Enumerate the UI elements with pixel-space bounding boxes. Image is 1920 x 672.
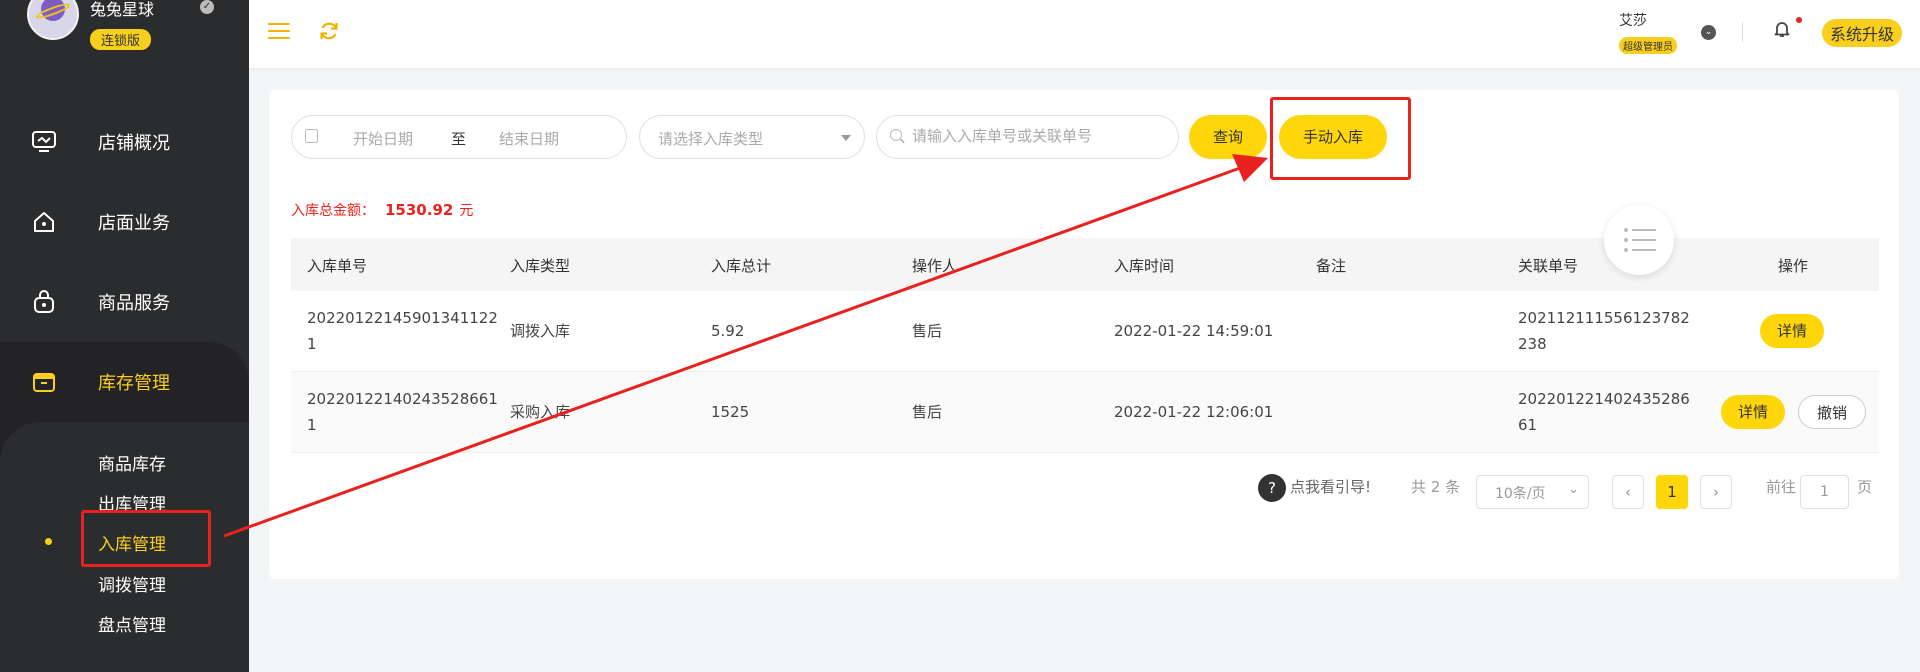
column-header: 入库时间 <box>1114 257 1175 275</box>
inbound-no-cell: 20220122145901341122 1 <box>307 305 498 357</box>
monitor-icon <box>31 129 57 155</box>
detail-button[interactable]: 详情 <box>1721 395 1785 429</box>
calendar-icon <box>305 129 318 143</box>
bag-icon <box>31 289 57 315</box>
annotation-highlight-box <box>81 510 211 567</box>
column-header: 入库类型 <box>510 257 571 275</box>
menu-toggle-icon[interactable] <box>268 23 290 41</box>
inbound-time-cell: 2022-01-22 12:06:01 <box>1114 403 1274 421</box>
search-input[interactable] <box>910 126 1174 146</box>
annotation-highlight-box <box>1270 97 1411 180</box>
list-icon[interactable] <box>1604 205 1674 275</box>
guide-link[interactable]: 点我看引导! <box>1290 476 1371 497</box>
brand-logo <box>27 0 79 40</box>
column-header: 操作 <box>1778 257 1809 275</box>
total-amount: 入库总金额： 1530.92 元 <box>291 200 473 220</box>
related-no-line: 202201221402435286 <box>1518 390 1690 408</box>
next-page-button[interactable]: › <box>1700 475 1732 509</box>
column-header: 关联单号 <box>1518 257 1579 275</box>
notification-dot <box>1796 17 1802 23</box>
submenu-item-stocktake[interactable]: 盘点管理 <box>98 611 166 636</box>
search-icon <box>890 129 902 141</box>
end-date-input[interactable]: 结束日期 <box>499 128 559 149</box>
operator-cell: 售后 <box>912 403 943 421</box>
column-header: 入库单号 <box>307 257 368 275</box>
total-amount-unit: 元 <box>459 203 474 219</box>
active-dot-icon <box>45 538 52 545</box>
column-header: 备注 <box>1316 257 1347 275</box>
prev-page-button[interactable]: ‹ <box>1612 475 1644 509</box>
sidebar-item-label: 库存管理 <box>98 373 170 394</box>
page-size-select[interactable]: 10条/页 ⌄ <box>1476 475 1589 509</box>
check-icon[interactable]: ✓ <box>200 0 214 14</box>
range-separator: 至 <box>451 130 467 148</box>
column-header: 入库总计 <box>711 257 772 275</box>
detail-button[interactable]: 详情 <box>1760 314 1824 348</box>
table-row: 20220122140243528661 1 采购入库 1525 售后 2022… <box>291 372 1879 453</box>
goto-page-input[interactable]: 1 <box>1800 475 1849 509</box>
table-row: 20220122145901341122 1 调拨入库 5.92 售后 2022… <box>291 291 1879 372</box>
submenu-item-transfer[interactable]: 调拨管理 <box>98 571 166 596</box>
sidebar-item-store-business[interactable]: 店面业务 <box>0 182 249 262</box>
operator-cell: 售后 <box>912 322 943 340</box>
box-icon <box>31 369 57 395</box>
sidebar-item-product-service[interactable]: 商品服务 <box>0 262 249 342</box>
inbound-no-line: 20220122145901341122 <box>307 309 498 327</box>
total-count: 共 2 条 <box>1411 478 1461 496</box>
inbound-panel: 开始日期 至 结束日期 请选择入库类型 查询 手动入库 入库总金额：1530.9… <box>269 90 1899 579</box>
inbound-type-cell: 调拨入库 <box>510 322 571 340</box>
user-role-badge: 超级管理员 <box>1619 37 1677 54</box>
chevron-down-icon[interactable]: ⌄ <box>1701 25 1716 40</box>
inbound-type-placeholder: 请选择入库类型 <box>658 130 764 148</box>
inbound-no-cell: 20220122140243528661 1 <box>307 386 498 438</box>
sidebar-item-label: 商品服务 <box>98 293 170 314</box>
inbound-no-line: 1 <box>307 335 317 353</box>
related-no-cell: 202201221402435286 61 <box>1518 386 1690 438</box>
lightbulb-icon[interactable]: ? <box>1258 474 1286 502</box>
user-name: 艾莎 <box>1619 13 1647 29</box>
related-no-line: 238 <box>1518 335 1547 353</box>
query-button[interactable]: 查询 <box>1189 115 1267 159</box>
inbound-type-select[interactable]: 请选择入库类型 <box>639 115 865 159</box>
bell-icon[interactable] <box>1774 20 1790 43</box>
goto-prefix: 前往 <box>1766 478 1797 496</box>
date-range-picker[interactable]: 开始日期 至 结束日期 <box>291 115 627 159</box>
sidebar-item-label: 店面业务 <box>98 213 170 234</box>
submenu-item-product-stock[interactable]: 商品库存 <box>98 450 166 475</box>
total-amount-value: 1530.92 <box>385 201 454 219</box>
edition-badge: 连锁版 <box>90 29 152 50</box>
revoke-button[interactable]: 撤销 <box>1798 395 1866 429</box>
related-no-line: 61 <box>1518 416 1538 434</box>
related-no-line: 202112111556123782 <box>1518 309 1690 327</box>
system-upgrade-button[interactable]: 系统升级 <box>1822 19 1903 47</box>
chevron-down-icon: ⌄ <box>1568 482 1579 497</box>
sidebar: 兔兔星球 连锁版 ✓ 店铺概况 店面业务 商品服务 库存管理 商品库存 出库管理… <box>0 0 249 672</box>
inbound-total-cell: 1525 <box>711 403 750 421</box>
sidebar-item-inventory[interactable]: 库存管理 <box>0 342 249 422</box>
start-date-input[interactable]: 开始日期 <box>353 128 413 149</box>
sidebar-item-store-overview[interactable]: 店铺概况 <box>0 102 249 182</box>
sidebar-item-label: 店铺概况 <box>98 133 170 154</box>
goto-suffix: 页 <box>1857 478 1873 496</box>
column-header: 操作人 <box>912 257 958 275</box>
brand-name: 兔兔星球 <box>90 0 155 19</box>
total-amount-label: 入库总金额： <box>291 203 375 219</box>
inbound-no-line: 20220122140243528661 <box>307 390 498 408</box>
page-size-value: 10条/页 <box>1495 486 1546 502</box>
inbound-time-cell: 2022-01-22 14:59:01 <box>1114 322 1274 340</box>
page-number-button[interactable]: 1 <box>1656 475 1688 509</box>
related-no-cell: 202112111556123782 238 <box>1518 305 1690 357</box>
header-divider <box>1742 22 1743 42</box>
top-bar: 艾莎 超级管理员 ⌄ 系统升级 <box>249 0 1920 68</box>
inbound-total-cell: 5.92 <box>711 322 745 340</box>
inbound-type-cell: 采购入库 <box>510 403 571 421</box>
refresh-icon[interactable] <box>318 20 340 42</box>
inbound-no-line: 1 <box>307 416 317 434</box>
home-icon <box>31 209 57 235</box>
chevron-down-icon <box>841 135 851 141</box>
search-field[interactable] <box>876 115 1179 159</box>
